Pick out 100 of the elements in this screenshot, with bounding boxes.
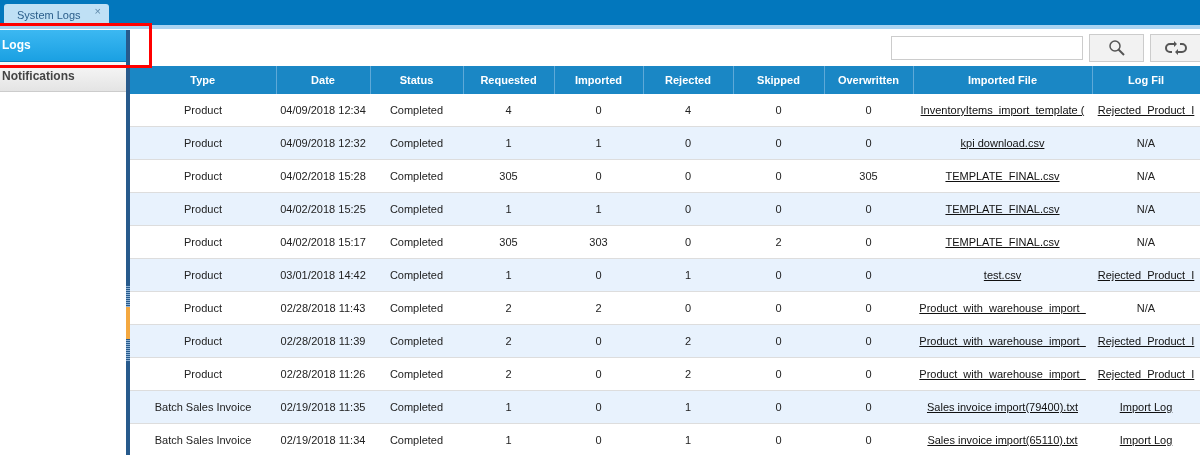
table-cell: 0 xyxy=(775,269,782,281)
column-header[interactable]: Imported xyxy=(554,66,643,94)
search-field[interactable] xyxy=(891,36,1083,60)
table-cell: Completed xyxy=(389,137,444,149)
column-header[interactable]: Log Fil xyxy=(1092,66,1200,94)
file-link[interactable]: test.csv xyxy=(983,269,1022,281)
file-link[interactable]: Product_with_warehouse_import_ xyxy=(919,302,1086,314)
table-cell: 305 xyxy=(499,236,518,248)
splitter-bar[interactable] xyxy=(126,30,130,455)
file-link[interactable]: Sales invoice import(65110).txt xyxy=(927,434,1078,446)
table-cell: 2 xyxy=(775,236,782,248)
file-link[interactable]: TEMPLATE_FINAL.csv xyxy=(945,170,1060,182)
table-cell: 0 xyxy=(865,302,872,314)
table-cell: 1 xyxy=(505,401,512,413)
table-cell: 0 xyxy=(865,269,872,281)
file-link[interactable]: Import Log xyxy=(1119,401,1173,413)
table-cell: Completed xyxy=(389,368,444,380)
table-cell: Product xyxy=(184,137,222,149)
table-cell: 0 xyxy=(595,434,602,446)
table-cell: 2 xyxy=(505,335,512,347)
file-link[interactable]: InventoryItems_import_template ( xyxy=(920,104,1085,116)
table-cell: 1 xyxy=(595,203,602,215)
column-header[interactable]: Status xyxy=(370,66,463,94)
table-cell: Product xyxy=(184,269,222,281)
file-link[interactable]: kpi download.csv xyxy=(960,137,1045,149)
table-cell: 0 xyxy=(775,335,782,347)
collapse-handle[interactable] xyxy=(126,306,130,339)
table-cell: Completed xyxy=(389,269,444,281)
table-cell: 2 xyxy=(505,302,512,314)
table-cell: 0 xyxy=(595,335,602,347)
column-header[interactable]: Date xyxy=(276,66,370,94)
table-cell: 02/19/2018 11:35 xyxy=(280,401,366,413)
table-cell: Completed xyxy=(389,401,444,413)
file-link[interactable]: Product_with_warehouse_import_ xyxy=(919,368,1086,380)
table-cell: 2 xyxy=(505,368,512,380)
column-header[interactable]: Type xyxy=(130,66,276,94)
table-cell: 303 xyxy=(589,236,608,248)
table-cell: 02/28/2018 11:39 xyxy=(280,335,366,347)
table-cell: 0 xyxy=(775,170,782,182)
table-cell: 4 xyxy=(505,104,512,116)
column-header[interactable]: Requested xyxy=(463,66,554,94)
file-link[interactable]: Rejected_Product_I xyxy=(1097,368,1195,380)
search-button[interactable] xyxy=(1089,34,1144,62)
refresh-button[interactable] xyxy=(1150,34,1200,62)
sidebar-item[interactable]: Notifications xyxy=(0,62,126,92)
table-cell: Product xyxy=(184,302,222,314)
table-cell: Completed xyxy=(389,104,444,116)
table-cell: 1 xyxy=(505,269,512,281)
table-cell: 04/02/2018 15:17 xyxy=(280,236,366,248)
table-cell: 1 xyxy=(684,434,692,446)
table-cell: 0 xyxy=(775,368,782,380)
table-cell: Product xyxy=(184,170,222,182)
table-cell: 0 xyxy=(775,434,782,446)
table-cell: 0 xyxy=(865,104,872,116)
table-cell: 0 xyxy=(865,368,872,380)
table-cell: 04/02/2018 15:28 xyxy=(280,170,366,182)
table-cell: 0 xyxy=(595,269,602,281)
table-cell: N/A xyxy=(1136,236,1156,248)
loop-arrows-icon xyxy=(1165,41,1187,55)
table-cell: 1 xyxy=(595,137,602,149)
table-cell: 4 xyxy=(684,104,692,116)
table-cell: 0 xyxy=(775,203,782,215)
table-cell: 03/01/2018 14:42 xyxy=(280,269,366,281)
table-cell: Product xyxy=(184,236,222,248)
file-link[interactable]: Import Log xyxy=(1119,434,1173,446)
table-cell: 0 xyxy=(775,302,782,314)
table-cell: 04/09/2018 12:32 xyxy=(280,137,366,149)
table-cell: 02/19/2018 11:34 xyxy=(280,434,366,446)
table-cell: Completed xyxy=(389,203,444,215)
table-cell: 02/28/2018 11:26 xyxy=(280,368,366,380)
table-cell: 0 xyxy=(865,335,872,347)
table-cell: 0 xyxy=(684,302,692,314)
column-header[interactable]: Skipped xyxy=(733,66,824,94)
search-icon xyxy=(1107,39,1126,57)
table-cell: Completed xyxy=(389,236,444,248)
table-cell: Completed xyxy=(389,302,444,314)
file-link[interactable]: TEMPLATE_FINAL.csv xyxy=(945,236,1060,248)
table-cell: 04/02/2018 15:25 xyxy=(280,203,366,215)
table-cell: 0 xyxy=(684,203,692,215)
column-header[interactable]: Rejected xyxy=(643,66,733,94)
table-cell: 2 xyxy=(595,302,602,314)
table-cell: 2 xyxy=(684,368,692,380)
table-cell: N/A xyxy=(1136,137,1156,149)
table-cell: 1 xyxy=(505,137,512,149)
file-link[interactable]: Rejected_Product_I xyxy=(1097,104,1195,116)
table-cell: 0 xyxy=(595,401,602,413)
table-cell: 04/09/2018 12:34 xyxy=(280,104,366,116)
table-cell: 2 xyxy=(684,335,692,347)
tab[interactable]: System Logs × xyxy=(4,4,110,25)
table-cell: 0 xyxy=(865,137,872,149)
table-cell: 1 xyxy=(505,203,512,215)
table-cell: N/A xyxy=(1136,302,1156,314)
table-cell: 0 xyxy=(865,236,872,248)
table-cell: 0 xyxy=(775,401,782,413)
table-cell: 0 xyxy=(775,137,782,149)
table-cell: Completed xyxy=(389,434,444,446)
table-cell: 0 xyxy=(775,104,782,116)
column-header[interactable]: Overwritten xyxy=(824,66,913,94)
table-cell: 0 xyxy=(595,368,602,380)
column-header[interactable]: Imported File xyxy=(913,66,1092,94)
